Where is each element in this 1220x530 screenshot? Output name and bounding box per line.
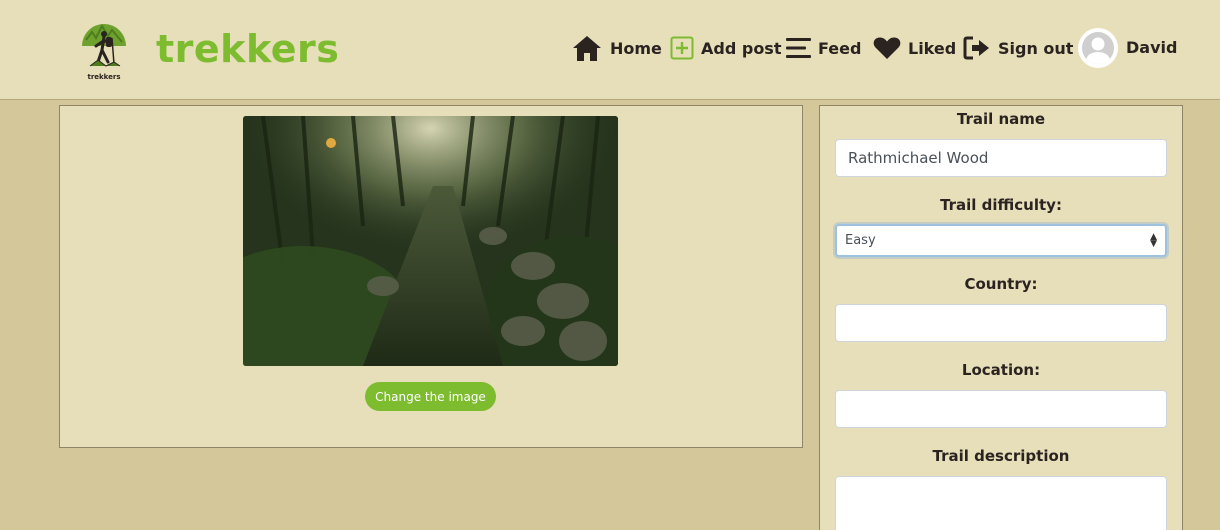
username-link[interactable]: David <box>1126 38 1177 57</box>
bars-icon <box>786 37 811 59</box>
image-upload-panel: Change the image <box>59 105 803 448</box>
nav-home[interactable]: Home <box>571 34 662 62</box>
navbar: trekkers trekkers Home Add post Feed Lik… <box>0 0 1220 100</box>
difficulty-selected-value: Easy <box>845 233 876 248</box>
heart-icon <box>873 36 901 60</box>
trail-difficulty-label: Trail difficulty: <box>940 196 1062 214</box>
nav-feed-label: Feed <box>818 38 862 58</box>
plus-square-icon <box>670 36 694 60</box>
trail-description-label: Trail description <box>932 447 1070 465</box>
trail-name-label: Trail name <box>956 110 1046 128</box>
nav-liked-label: Liked <box>908 38 957 58</box>
avatar[interactable] <box>1078 28 1118 68</box>
nav-sign-out-label: Sign out <box>998 38 1074 58</box>
country-label: Country: <box>964 275 1038 293</box>
nav-add-post[interactable]: Add post <box>670 34 781 62</box>
trail-name-input[interactable]: Rathmichael Wood <box>835 139 1167 177</box>
nav-sign-out[interactable]: Sign out <box>963 34 1073 62</box>
location-label: Location: <box>961 361 1041 379</box>
select-arrows-icon: ▲ ▼ <box>1150 231 1157 249</box>
nav-add-post-label: Add post <box>701 38 782 58</box>
user-avatar-icon <box>1082 32 1114 64</box>
sign-out-icon <box>963 36 991 60</box>
brand-name[interactable]: trekkers <box>156 27 339 71</box>
country-input[interactable] <box>835 304 1167 342</box>
trail-difficulty-select[interactable]: Easy ▲ ▼ <box>835 224 1167 257</box>
nav-feed[interactable]: Feed <box>786 34 861 62</box>
location-input[interactable] <box>835 390 1167 428</box>
change-image-button[interactable]: Change the image <box>365 382 496 411</box>
logo-caption: trekkers <box>87 73 121 81</box>
nav-liked[interactable]: Liked <box>873 34 956 62</box>
home-icon <box>571 34 603 62</box>
trail-image <box>243 116 618 366</box>
trail-description-textarea[interactable] <box>835 476 1167 530</box>
nav-home-label: Home <box>610 38 662 58</box>
trail-form: Trail name Rathmichael Wood Trail diffic… <box>819 105 1183 530</box>
